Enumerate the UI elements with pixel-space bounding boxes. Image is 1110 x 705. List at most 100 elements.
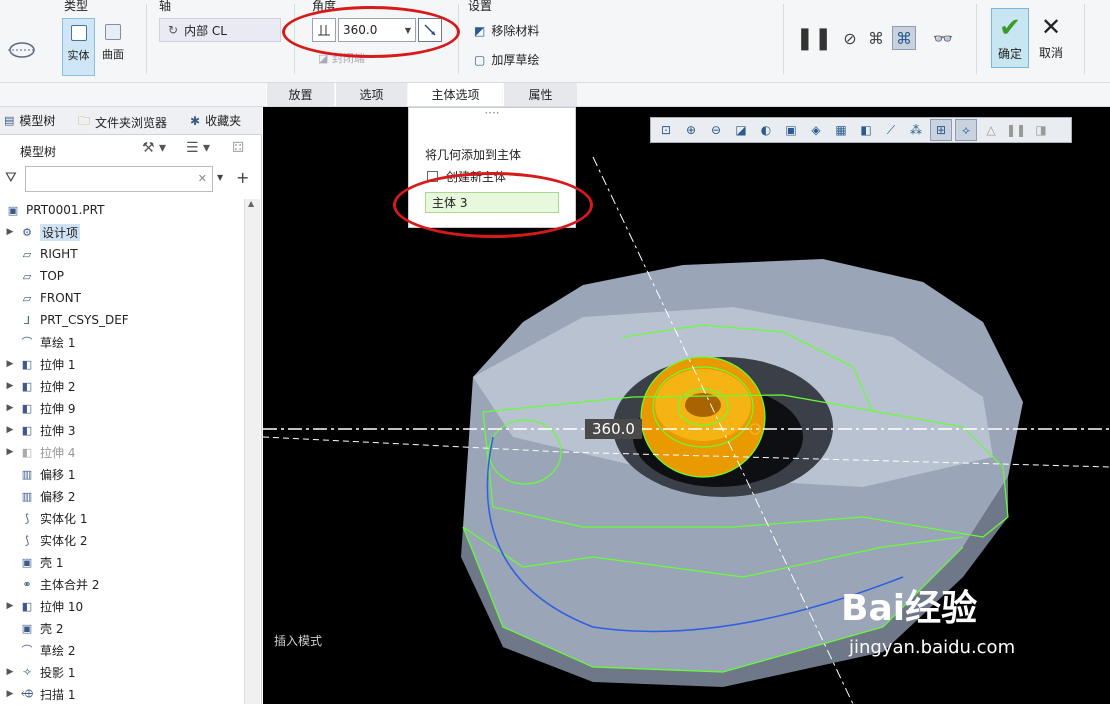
expand-arrow-icon[interactable]: ▶	[0, 447, 20, 457]
expand-arrow-icon[interactable]: ▶	[0, 359, 20, 369]
tree-item[interactable]: ▱ FRONT	[0, 287, 244, 309]
offset-icon: ▥	[21, 489, 33, 503]
expand-arrow-icon[interactable]: ▶	[0, 425, 20, 435]
tree-item[interactable]: ▱ TOP	[0, 265, 244, 287]
tree-search-input[interactable]: ✕	[25, 166, 213, 192]
cancel-button[interactable]: ✕ 取消	[1032, 8, 1070, 68]
perspective-icon[interactable]: ▦	[830, 119, 852, 141]
tree-item[interactable]: ▣ 壳 2	[0, 617, 244, 639]
tree-item[interactable]: ▱ RIGHT	[0, 243, 244, 265]
angle-dimension-tag[interactable]: 360.0	[585, 419, 642, 439]
expand-arrow-icon[interactable]: ▶	[0, 381, 20, 391]
expand-arrow-icon[interactable]: ▶	[0, 403, 20, 413]
tree-item[interactable]: ▶ ◧ 拉伸 2	[0, 375, 244, 397]
glasses-icon[interactable]: 👓	[928, 26, 958, 50]
tab-properties[interactable]: 属性	[503, 83, 577, 106]
remove-material-button[interactable]: ◩ 移除材料	[474, 22, 539, 39]
extrude-icon: ◧	[21, 445, 33, 459]
tree-item[interactable]: ▶ ◧ 拉伸 10	[0, 595, 244, 617]
tree-item[interactable]: ⚭ 主体合并 2	[0, 573, 244, 595]
tree-columns-button[interactable]: ☰ ▾	[186, 140, 210, 156]
tree-item[interactable]: ⅃ PRT_CSYS_DEF	[0, 309, 244, 331]
ribbon: 类型 实体 曲面 轴 ↻ 内部 CL 角度 360.0 ▼ ◪ 封闭端 设置 ◩…	[0, 0, 1110, 83]
sketch-icon: ⌒	[21, 644, 33, 657]
clear-search-icon[interactable]: ✕	[198, 172, 207, 185]
refit-icon[interactable]: ⊡	[655, 119, 677, 141]
expand-arrow-icon[interactable]: ▶	[0, 601, 20, 611]
preview-geometry-button[interactable]: ⌘	[864, 26, 888, 50]
tree-item[interactable]: ▥ 偏移 1	[0, 463, 244, 485]
graphics-window[interactable]: ⊡ ⊕ ⊖ ◪ ◐ ▣ ◈ ▦ ◧ ⟋ ⁂ ⊞ ⟡ △ ❚❚ ◨ 插入模式 36…	[263, 107, 1110, 704]
plane-display-icon[interactable]: ⊞	[930, 119, 952, 141]
offset-icon: ▥	[21, 467, 33, 481]
extrude-icon: ◧	[21, 423, 33, 437]
tree-scrollbar[interactable]: ▲	[244, 199, 260, 704]
angle-group-title: 角度	[312, 0, 337, 13]
point-display-icon[interactable]: △	[980, 119, 1002, 141]
saved-orientations-icon[interactable]: ▣	[780, 119, 802, 141]
flip-angle-button[interactable]	[418, 18, 442, 42]
tree-item-label: RIGHT	[40, 247, 78, 261]
tab-body-options[interactable]: 主体选项	[408, 83, 502, 106]
coord-system-display-icon[interactable]: ◨	[1030, 119, 1052, 141]
no-preview-button[interactable]: ⊘	[838, 26, 862, 50]
tree-item[interactable]: ⌒ 草绘 2	[0, 639, 244, 661]
add-item-icon[interactable]: +	[236, 168, 249, 187]
tree-item[interactable]: ⟆ 实体化 1	[0, 507, 244, 529]
tree-item[interactable]: ▶ ⚙ 设计项	[0, 221, 244, 243]
view-manager-icon[interactable]: ◈	[805, 119, 827, 141]
section-icon[interactable]: ◧	[855, 119, 877, 141]
tab-placement[interactable]: 放置	[266, 83, 334, 106]
datum-plane-icon: ▱	[22, 291, 32, 305]
expand-arrow-icon[interactable]: ▶	[0, 689, 20, 699]
axis-display-icon[interactable]: ⟡	[955, 119, 977, 141]
navigator-tabs: ▤ 模型树 🗀 文件夹浏览器 ✱ 收藏夹	[0, 107, 262, 135]
tree-item-label: 草绘 2	[40, 643, 76, 658]
tree-item[interactable]: ▶ ⬲ 扫描 1	[0, 683, 244, 705]
thicken-sketch-button[interactable]: ▢ 加厚草绘	[474, 51, 539, 68]
tab-model-tree[interactable]: ▤ 模型树	[4, 112, 55, 129]
tree-item-label: 拉伸 4	[40, 445, 76, 460]
datum-display-icon[interactable]: ⟋	[880, 119, 902, 141]
tree-item-label: 拉伸 9	[40, 401, 76, 416]
tree-item-label: 拉伸 2	[40, 379, 76, 394]
tree-item[interactable]: ▶ ◧ 拉伸 3	[0, 419, 244, 441]
surface-type-button[interactable]: 曲面	[96, 18, 130, 76]
zoom-in-icon[interactable]: ⊕	[680, 119, 702, 141]
angle-value: 360.0	[343, 23, 378, 37]
closed-ends-label: 封闭端	[331, 52, 365, 65]
expand-arrow-icon[interactable]: ▶	[0, 227, 20, 237]
tree-item[interactable]: ▥ 偏移 2	[0, 485, 244, 507]
tree-item[interactable]: ▶ ◧ 拉伸 9	[0, 397, 244, 419]
tree-root[interactable]: ▣ PRT0001.PRT	[0, 199, 244, 221]
pause-button[interactable]: ❚❚	[796, 26, 833, 51]
tree-item[interactable]: ▶ ◧ 拉伸 1	[0, 353, 244, 375]
tab-favorites[interactable]: ✱ 收藏夹	[190, 112, 241, 129]
tree-item[interactable]: ▶ ◧ 拉伸 4	[0, 441, 244, 463]
tree-item[interactable]: ⟆ 实体化 2	[0, 529, 244, 551]
scroll-up-arrow-icon[interactable]: ▲	[248, 199, 254, 208]
angle-input[interactable]: 360.0 ▼	[338, 18, 416, 42]
expand-arrow-icon[interactable]: ▶	[0, 667, 20, 677]
annotation-display-icon[interactable]: ⁂	[905, 119, 927, 141]
axis-collector[interactable]: ↻ 内部 CL	[159, 18, 281, 42]
tab-options[interactable]: 选项	[335, 83, 407, 106]
tab-folder-browser[interactable]: 🗀 文件夹浏览器	[78, 112, 167, 133]
solid-type-button[interactable]: 实体	[62, 18, 95, 76]
search-options-chevron-icon[interactable]: ▼	[217, 173, 223, 182]
popup-grip[interactable]: ····	[409, 107, 575, 120]
zoom-out-icon[interactable]: ⊖	[705, 119, 727, 141]
spin-center-icon[interactable]: ❚❚	[1005, 119, 1027, 141]
angle-type-button[interactable]	[312, 18, 336, 42]
tree-item[interactable]: ▣ 壳 1	[0, 551, 244, 573]
verify-mode-button[interactable]: ⌘	[892, 26, 916, 50]
create-new-body-checkbox[interactable]: 创建新主体	[427, 168, 506, 185]
body-collector[interactable]: 主体 3	[425, 192, 559, 213]
tree-item-label: 偏移 1	[40, 467, 76, 482]
tree-item[interactable]: ▶ ⟢ 投影 1	[0, 661, 244, 683]
tree-settings-button[interactable]: ⚒ ▾	[142, 140, 166, 156]
tree-item[interactable]: ⌒ 草绘 1	[0, 331, 244, 353]
ok-button[interactable]: ✔ 确定	[991, 8, 1029, 68]
repaint-icon[interactable]: ◪	[730, 119, 752, 141]
display-style-icon[interactable]: ◐	[755, 119, 777, 141]
